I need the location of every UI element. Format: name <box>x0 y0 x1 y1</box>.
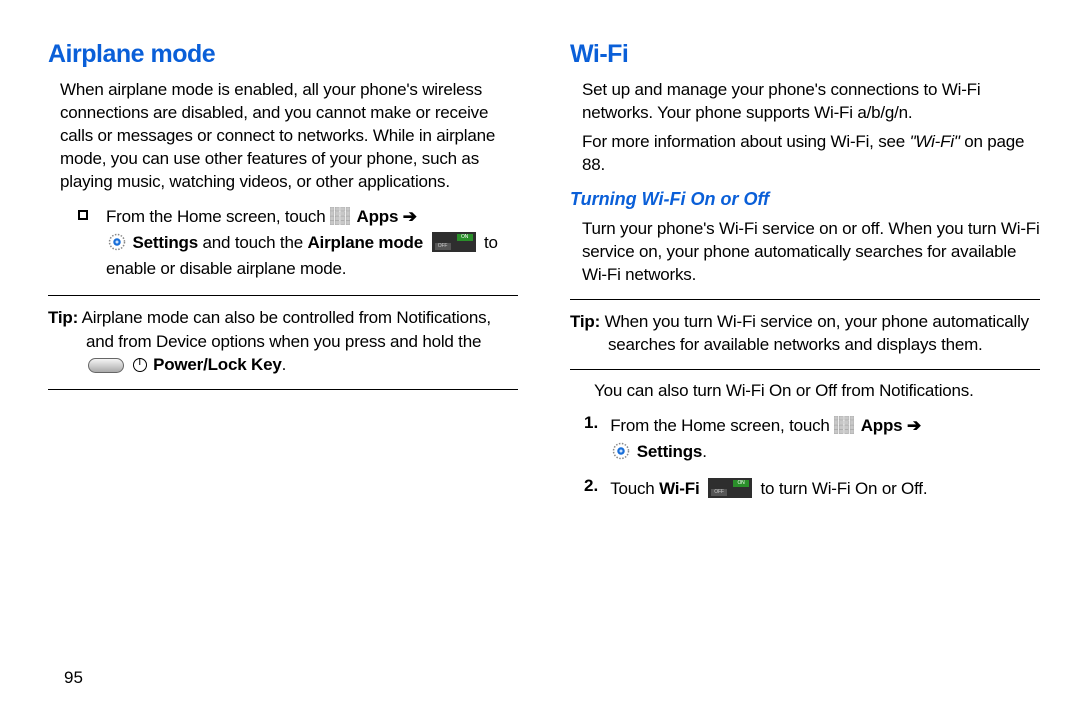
divider <box>48 295 518 296</box>
tip-label: Tip: <box>48 308 78 327</box>
step-1: 1. From the Home screen, touch Apps ➔ <box>584 413 1040 466</box>
right-column: Wi-Fi Set up and manage your phone's con… <box>570 40 1040 502</box>
bullet-marker-icon <box>78 210 88 220</box>
wifi-sub-p: Turn your phone's Wi-Fi service on or of… <box>582 218 1040 287</box>
power-key-label: Power/Lock Key <box>153 355 282 374</box>
power-key-icon <box>88 358 124 373</box>
wifi-tip: Tip: When you turn Wi-Fi service on, you… <box>570 310 1040 358</box>
text: and touch the <box>203 233 308 252</box>
text: From the Home screen, touch <box>610 416 834 435</box>
wifi-reference: "Wi-Fi" <box>910 132 960 151</box>
bullet-text: From the Home screen, touch Apps ➔ <box>106 204 518 283</box>
page-number: 95 <box>64 668 83 688</box>
step-2: 2. Touch Wi-Fi ONOFF to turn Wi-Fi On or… <box>584 476 1040 502</box>
divider <box>48 389 518 390</box>
airplane-tip: Tip: Airplane mode can also be controlle… <box>48 306 518 377</box>
divider <box>570 369 1040 370</box>
text: to turn Wi-Fi On or Off. <box>761 479 928 498</box>
text: When you turn Wi-Fi service on, your pho… <box>605 312 1029 355</box>
settings-label: Settings <box>637 442 702 461</box>
heading-airplane: Airplane mode <box>48 40 518 69</box>
divider <box>570 299 1040 300</box>
airplane-intro: When airplane mode is enabled, all your … <box>60 79 518 194</box>
airplane-mode-label: Airplane mode <box>307 233 422 252</box>
arrow-icon: ➔ <box>403 207 417 226</box>
tip-label: Tip: <box>570 312 600 331</box>
text: For more information about using Wi-Fi, … <box>582 132 910 151</box>
subheading-turning-wifi: Turning Wi-Fi On or Off <box>570 189 1040 210</box>
text: Airplane mode can also be controlled fro… <box>82 308 491 351</box>
settings-gear-icon <box>108 233 126 251</box>
step-text: Touch Wi-Fi ONOFF to turn Wi-Fi On or Of… <box>610 476 927 502</box>
apps-label: Apps <box>357 207 399 226</box>
bullet-item: From the Home screen, touch Apps ➔ <box>78 204 518 283</box>
wifi-notifications-note: You can also turn Wi-Fi On or Off from N… <box>570 380 1040 403</box>
text: Touch <box>610 479 659 498</box>
apps-grid-icon <box>330 207 350 225</box>
apps-label: Apps <box>861 416 903 435</box>
toggle-on-off-icon: ONOFF <box>708 478 752 498</box>
step-number: 2. <box>584 476 598 502</box>
step-text: From the Home screen, touch Apps ➔ <box>610 413 921 466</box>
settings-gear-icon <box>612 442 630 460</box>
step-number: 1. <box>584 413 598 466</box>
heading-wifi: Wi-Fi <box>570 40 1040 69</box>
settings-label: Settings <box>133 233 198 252</box>
wifi-label: Wi-Fi <box>659 479 699 498</box>
left-column: Airplane mode When airplane mode is enab… <box>48 40 518 502</box>
wifi-intro-1: Set up and manage your phone's connectio… <box>582 79 1040 125</box>
text: From the Home screen, touch <box>106 207 330 226</box>
text: . <box>702 442 707 461</box>
apps-grid-icon <box>834 416 854 434</box>
power-circle-icon <box>133 358 147 372</box>
toggle-on-off-icon: ONOFF <box>432 232 476 252</box>
wifi-intro-2: For more information about using Wi-Fi, … <box>582 131 1040 177</box>
arrow-icon: ➔ <box>907 416 921 435</box>
text: . <box>282 355 287 374</box>
